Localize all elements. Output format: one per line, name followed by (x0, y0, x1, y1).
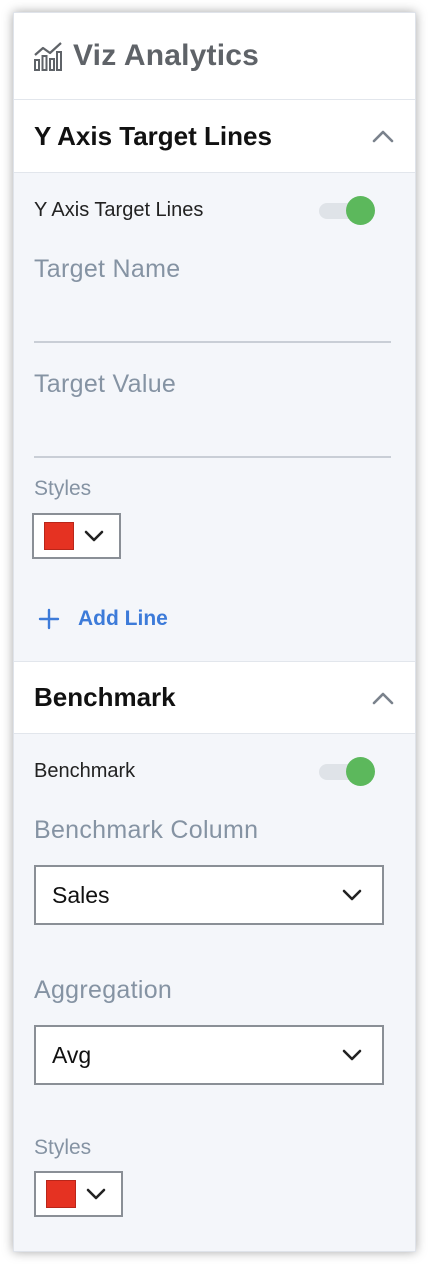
target-lines-toggle[interactable] (319, 195, 375, 225)
add-line-button[interactable]: Add Line (38, 607, 168, 631)
target-lines-section-body: Y Axis Target Lines Target Name Target V… (14, 173, 415, 661)
plus-icon (38, 607, 62, 631)
benchmark-toggle-row: Benchmark (34, 756, 375, 786)
target-value-underline (34, 456, 391, 458)
toggle-knob (346, 196, 375, 225)
target-name-label: Target Name (34, 255, 181, 283)
benchmark-column-value: Sales (52, 881, 110, 908)
target-style-color-picker[interactable] (32, 513, 121, 559)
benchmark-style-color-picker[interactable] (34, 1171, 123, 1217)
benchmark-toggle-label: Benchmark (34, 759, 136, 782)
toggle-knob (346, 757, 375, 786)
aggregation-value: Avg (52, 1041, 92, 1068)
target-lines-section-title: Y Axis Target Lines (34, 120, 272, 151)
aggregation-select[interactable]: Avg (34, 1025, 384, 1085)
panel-title: Viz Analytics (73, 39, 260, 72)
add-line-label: Add Line (78, 607, 168, 630)
chevron-up-icon[interactable] (371, 124, 395, 148)
target-value-label: Target Value (34, 370, 177, 398)
target-value-input[interactable] (34, 408, 391, 458)
aggregation-label: Aggregation (34, 976, 173, 1004)
benchmark-toggle[interactable] (319, 756, 375, 786)
chevron-up-icon[interactable] (371, 686, 395, 710)
benchmark-column-label: Benchmark Column (34, 816, 259, 844)
target-name-input[interactable] (34, 293, 391, 343)
color-swatch (44, 522, 74, 550)
color-swatch (46, 1180, 76, 1208)
benchmark-section-title: Benchmark (34, 682, 176, 712)
analytics-panel: Viz Analytics Y Axis Target Lines Y Axis… (13, 12, 416, 1252)
panel-header: Viz Analytics (14, 13, 415, 100)
benchmark-styles-label: Styles (34, 1136, 92, 1159)
chevron-down-icon (342, 1048, 362, 1062)
chevron-down-icon (86, 1184, 106, 1204)
benchmark-section-body: Benchmark Benchmark Column Sales Aggrega… (14, 734, 415, 1251)
chart-bars-icon (33, 41, 63, 71)
target-lines-toggle-row: Y Axis Target Lines (34, 195, 375, 225)
target-lines-section-header[interactable]: Y Axis Target Lines (14, 100, 415, 173)
target-styles-label: Styles (34, 477, 92, 500)
chevron-down-icon (84, 526, 104, 546)
benchmark-column-select[interactable]: Sales (34, 865, 384, 925)
benchmark-section-header[interactable]: Benchmark (14, 661, 415, 734)
target-name-underline (34, 341, 391, 343)
target-lines-toggle-label: Y Axis Target Lines (34, 198, 204, 221)
chevron-down-icon (342, 888, 362, 902)
